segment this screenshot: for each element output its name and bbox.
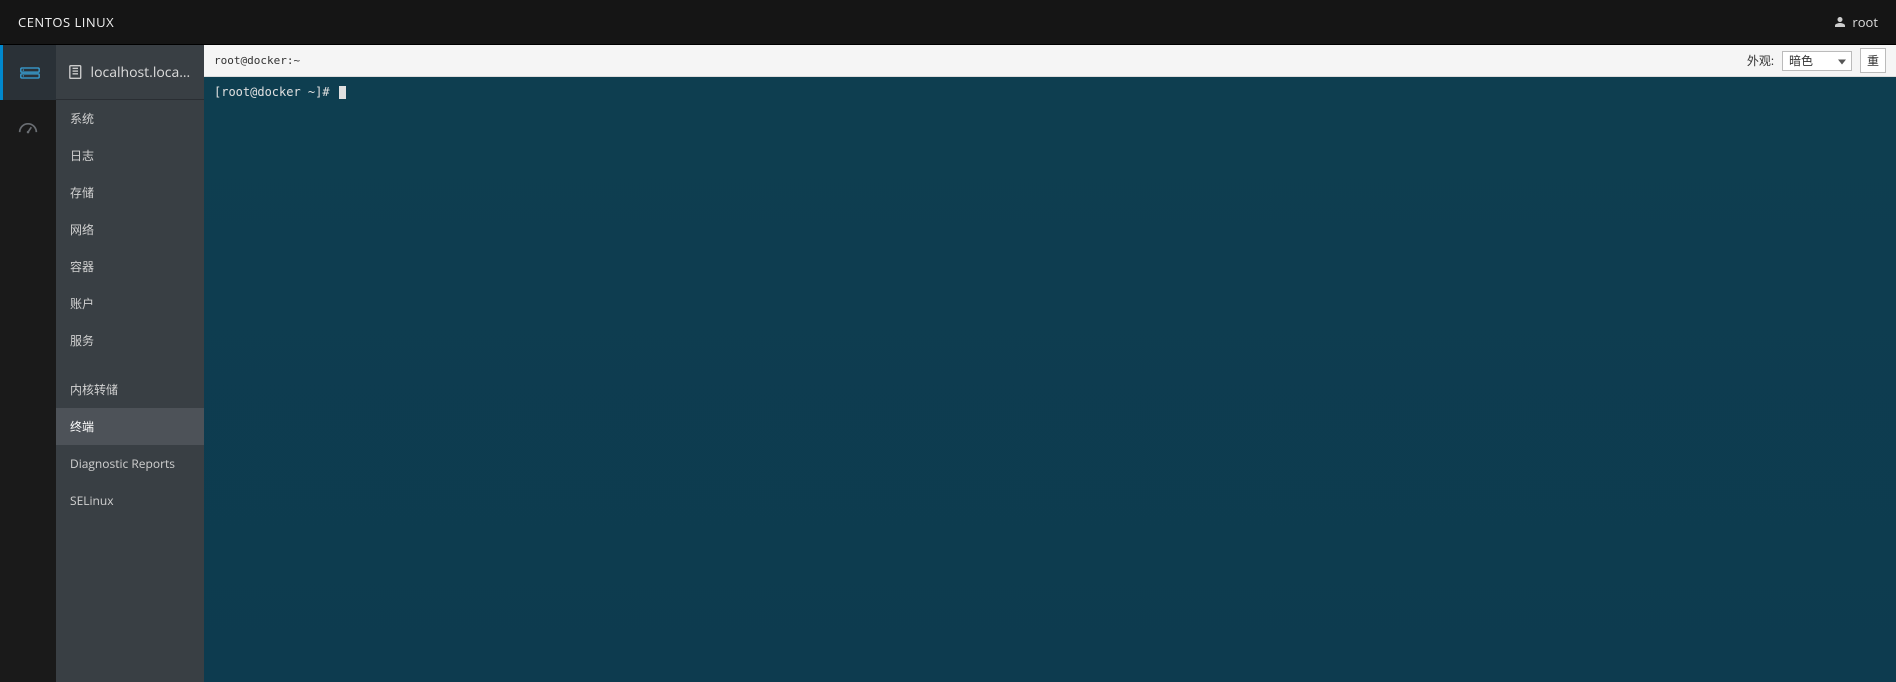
content-area: root@docker:~ 外观: 暗色 重 [root@docker ~]# xyxy=(204,45,1896,682)
terminal-title: root@docker:~ xyxy=(214,54,300,67)
terminal-prompt: [root@docker ~]# xyxy=(214,85,337,99)
toolbar-right: 外观: 暗色 重 xyxy=(1747,48,1886,73)
iconbar-item-dashboard[interactable] xyxy=(0,100,56,155)
nav-item-accounts[interactable]: 账户 xyxy=(56,285,204,322)
top-header: CENTOS LINUX root xyxy=(0,0,1896,45)
terminal-cursor xyxy=(339,86,346,99)
nav-spacer xyxy=(56,359,204,371)
main-layout: localhost.locald… 系统 日志 存储 网络 容器 账户 服务 内… xyxy=(0,45,1896,682)
sidebar-header[interactable]: localhost.locald… xyxy=(56,45,204,100)
nav-item-logs[interactable]: 日志 xyxy=(56,137,204,174)
nav-item-system[interactable]: 系统 xyxy=(56,100,204,137)
dashboard-icon xyxy=(18,120,38,136)
appearance-label: 外观: xyxy=(1747,52,1774,69)
iconbar xyxy=(0,45,56,682)
appearance-select[interactable]: 暗色 xyxy=(1782,51,1852,71)
iconbar-item-host[interactable] xyxy=(0,45,56,100)
nav-item-network[interactable]: 网络 xyxy=(56,211,204,248)
user-menu[interactable]: root xyxy=(1834,13,1878,31)
reset-button[interactable]: 重 xyxy=(1860,48,1886,73)
username-label: root xyxy=(1852,13,1878,31)
nav-item-selinux[interactable]: SELinux xyxy=(56,482,204,519)
hostname-label: localhost.locald… xyxy=(91,63,192,82)
nav-item-kdump[interactable]: 内核转储 xyxy=(56,371,204,408)
nav-item-containers[interactable]: 容器 xyxy=(56,248,204,285)
sidebar-nav: 系统 日志 存储 网络 容器 账户 服务 内核转储 终端 Diagnostic … xyxy=(56,100,204,519)
terminal-toolbar: root@docker:~ 外观: 暗色 重 xyxy=(204,45,1896,77)
user-icon xyxy=(1834,16,1846,28)
nav-item-diagnostic[interactable]: Diagnostic Reports xyxy=(56,445,204,482)
server-icon xyxy=(20,65,40,81)
sidebar: localhost.locald… 系统 日志 存储 网络 容器 账户 服务 内… xyxy=(56,45,204,682)
brand-title: CENTOS LINUX xyxy=(18,13,114,31)
terminal-body[interactable]: [root@docker ~]# xyxy=(204,77,1896,682)
nav-item-services[interactable]: 服务 xyxy=(56,322,204,359)
host-icon xyxy=(68,64,83,80)
nav-item-storage[interactable]: 存储 xyxy=(56,174,204,211)
nav-item-terminal[interactable]: 终端 xyxy=(56,408,204,445)
